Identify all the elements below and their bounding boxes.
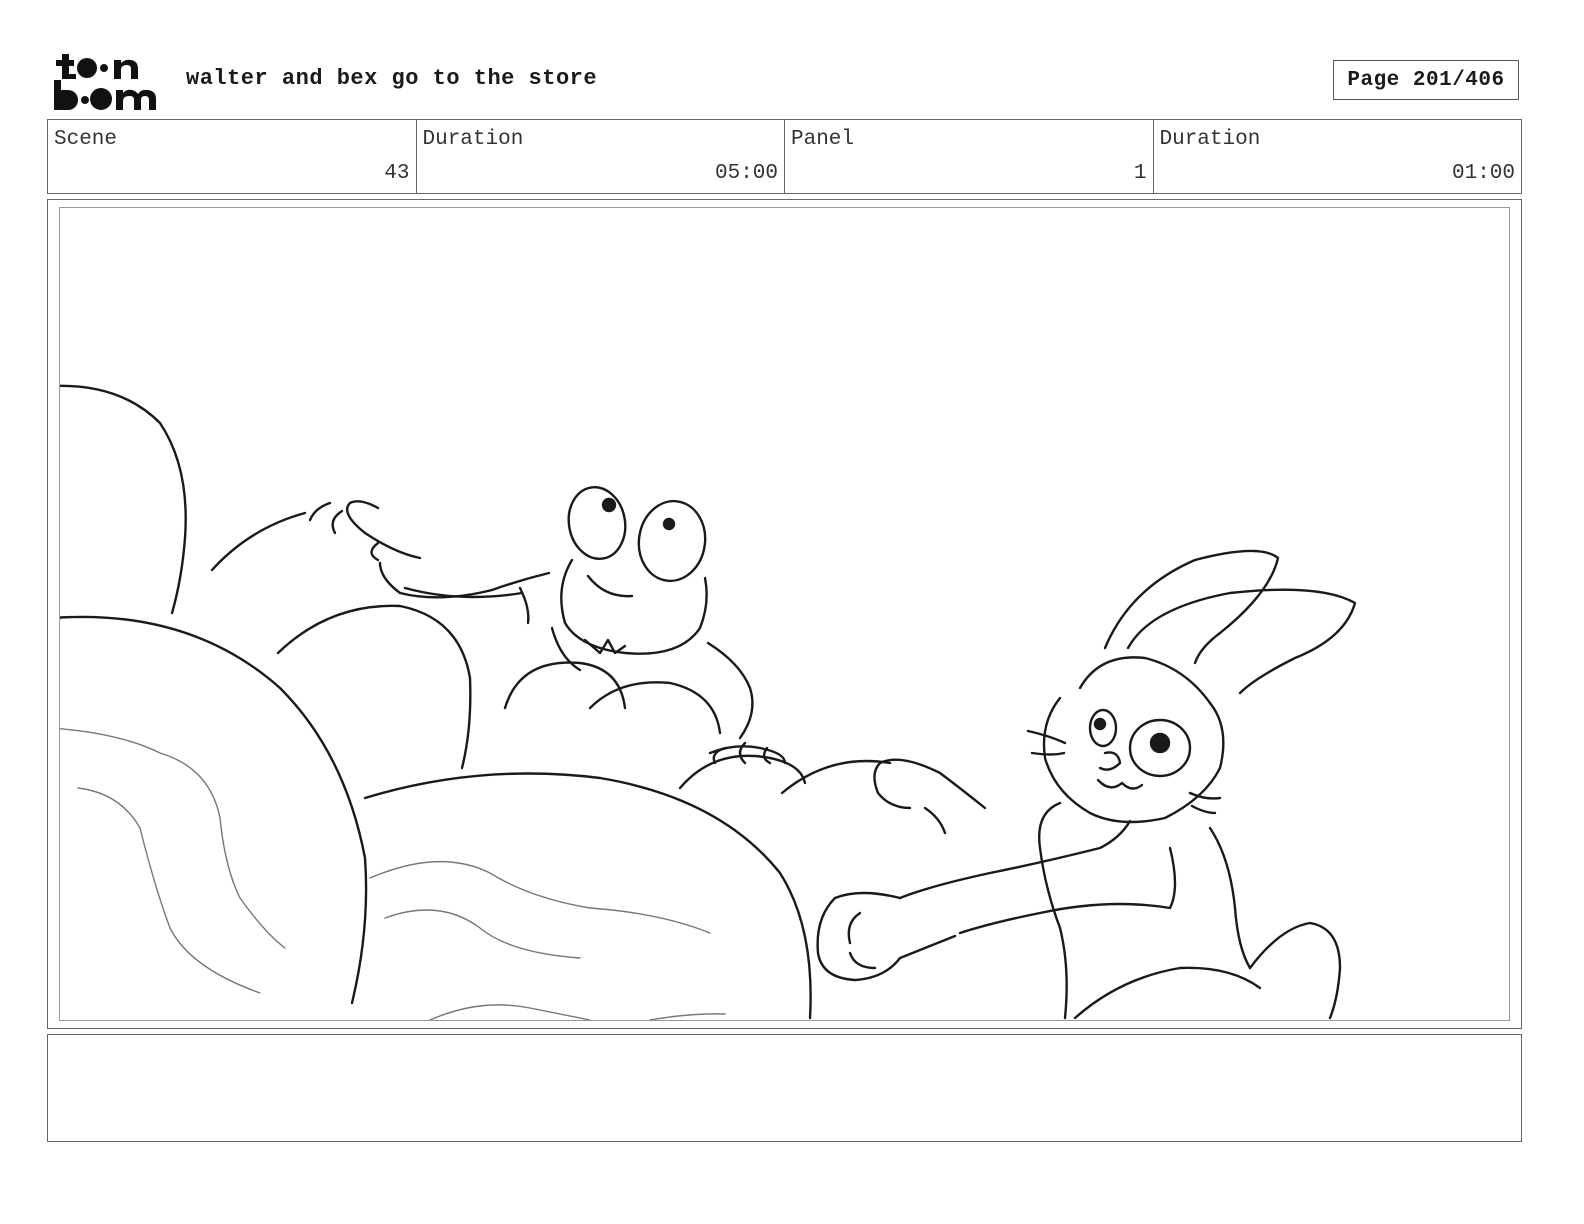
scene-value: 43	[384, 162, 410, 185]
panel-duration-cell: Duration 01:00	[1154, 120, 1522, 193]
scene-duration-value: 05:00	[714, 162, 778, 185]
scene-duration-label: Duration	[422, 128, 524, 151]
toon-boom-logo-icon	[54, 54, 156, 110]
storyboard-title: walter and bex go to the store	[186, 66, 598, 91]
panel-notes	[47, 1034, 1522, 1142]
scene-label: Scene	[54, 128, 118, 151]
frog-and-rabbit-sketch-icon	[60, 384, 1357, 1020]
page-counter: Page 201/406	[1333, 60, 1519, 100]
panel-label: Panel	[791, 128, 855, 151]
panel-value: 1	[1133, 162, 1147, 185]
panel-duration-value: 01:00	[1451, 162, 1515, 185]
panel-duration-label: Duration	[1159, 128, 1261, 151]
scene-info-table: Scene 43 Duration 05:00 Panel 1 Duration…	[47, 119, 1522, 194]
storyboard-panel	[59, 207, 1510, 1021]
panel-cell: Panel 1	[785, 120, 1154, 193]
scene-duration-cell: Duration 05:00	[417, 120, 785, 193]
scene-cell: Scene 43	[48, 120, 417, 193]
